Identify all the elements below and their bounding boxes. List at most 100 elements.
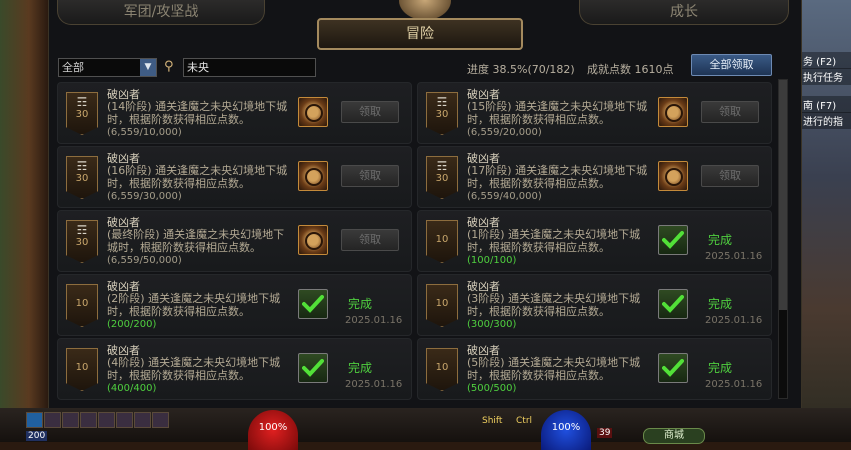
skill-slot[interactable] [44, 412, 61, 428]
achievement-card: ☶ 30 破凶者 (最终阶段) 通关逢魔之未央幻境地下城时，根据阶数获得相应点数。 (6… [57, 210, 412, 272]
quest-hint-1: 务 (F2) [801, 52, 851, 69]
achievement-progress: (500/500) [467, 383, 517, 394]
achievement-progress: (300/300) [467, 319, 517, 330]
achievement-progress: (6,559/40,000) [467, 191, 542, 202]
completed-date: 2025.01.16 [705, 379, 763, 390]
points-summary: 成就点数 1610点 [587, 63, 674, 76]
quest-hint-4: 进行的指 [801, 112, 851, 129]
quest-hint-2: 执行任务 [801, 68, 851, 85]
achievement-description: (1阶段) 通关逢魔之未央幻境地下城时，根据阶数获得相应点数。 [467, 228, 641, 254]
achievement-progress: (6,559/50,000) [107, 255, 182, 266]
reward-box-icon[interactable] [298, 97, 328, 127]
achievement-card: ☶ 30 破凶者 (17阶段) 通关逢魔之未央幻境地下城时，根据阶数获得相应点数。 (6… [417, 146, 772, 208]
checkmark-icon [298, 353, 328, 383]
achievement-card: 10 破凶者 (1阶段) 通关逢魔之未央幻境地下城时，根据阶数获得相应点数。 (100… [417, 210, 772, 272]
claim-button[interactable]: 领取 [341, 229, 399, 251]
achievement-panel: 军团/攻坚战 成长 冒险 全部 ▼ ⚲ 未央 进度 38.5%(70/182) … [48, 0, 802, 408]
achievement-card: ☶ 30 破凶者 (15阶段) 通关逢魔之未央幻境地下城时，根据阶数获得相应点数。 (6… [417, 82, 772, 144]
achievement-card: 10 破凶者 (5阶段) 通关逢魔之未央幻境地下城时，根据阶数获得相应点数。 (500… [417, 338, 772, 400]
category-dropdown[interactable]: 全部 ▼ [58, 58, 157, 77]
checkmark-icon [658, 353, 688, 383]
claim-button[interactable]: 领取 [701, 165, 759, 187]
completed-label: 完成 [708, 233, 733, 247]
achievement-badge: ☶ 30 [66, 156, 98, 199]
skill-slot[interactable] [26, 412, 43, 428]
chevron-down-icon[interactable]: ▼ [140, 59, 156, 76]
checkmark-icon [658, 225, 688, 255]
checkmark-icon [658, 289, 688, 319]
level-left: 200 [26, 431, 48, 441]
achievement-badge: ☶ 30 [426, 156, 458, 199]
completed-date: 2025.01.16 [345, 379, 403, 390]
reward-box-icon[interactable] [298, 161, 328, 191]
achievement-description: (4阶段) 通关逢魔之未央幻境地下城时，根据阶数获得相应点数。 [107, 356, 281, 382]
achievement-badge: 10 [66, 348, 98, 391]
trophy-icon: ☶ [76, 223, 88, 237]
tab-adventure[interactable]: 冒险 [317, 18, 523, 50]
search-input[interactable]: 未央 [183, 58, 316, 77]
completed-date: 2025.01.16 [705, 251, 763, 262]
achievement-badge: ☶ 30 [426, 92, 458, 135]
tab-legion[interactable]: 军团/攻坚战 [57, 0, 265, 25]
badge-points: 10 [435, 362, 449, 373]
trophy-icon: ☶ [76, 95, 88, 109]
achievement-description: (3阶段) 通关逢魔之未央幻境地下城时，根据阶数获得相应点数。 [467, 292, 641, 318]
achievement-progress: (6,559/10,000) [107, 127, 182, 138]
reward-box-icon[interactable] [658, 97, 688, 127]
achievement-badge: ☶ 30 [66, 92, 98, 135]
skill-slot[interactable] [152, 412, 169, 428]
skill-slot[interactable] [134, 412, 151, 428]
completed-label: 完成 [348, 297, 373, 311]
claim-button[interactable]: 领取 [701, 101, 759, 123]
achievement-description: (15阶段) 通关逢魔之未央幻境地下城时，根据阶数获得相应点数。 [467, 100, 648, 126]
claim-button[interactable]: 领取 [341, 101, 399, 123]
achievement-description: (17阶段) 通关逢魔之未央幻境地下城时，根据阶数获得相应点数。 [467, 164, 648, 190]
achievement-description: (16阶段) 通关逢魔之未央幻境地下城时，根据阶数获得相应点数。 [107, 164, 288, 190]
claim-all-button[interactable]: 全部领取 [691, 54, 772, 76]
completed-date: 2025.01.16 [345, 315, 403, 326]
reward-box-icon[interactable] [298, 225, 328, 255]
achievement-progress: (400/400) [107, 383, 157, 394]
achievement-card: ☶ 30 破凶者 (14阶段) 通关逢魔之未央幻境地下城时，根据阶数获得相应点数。 (6… [57, 82, 412, 144]
achievement-progress: (200/200) [107, 319, 157, 330]
badge-points: 30 [75, 109, 89, 120]
scrollbar[interactable] [778, 79, 788, 399]
search-icon: ⚲ [164, 59, 174, 74]
achievement-card: 10 破凶者 (3阶段) 通关逢魔之未央幻境地下城时，根据阶数获得相应点数。 (300… [417, 274, 772, 336]
badge-points: 30 [435, 109, 449, 120]
ornament-icon [399, 0, 451, 20]
achievement-progress: (6,559/30,000) [107, 191, 182, 202]
shift-key-label: Shift [482, 416, 503, 426]
scroll-thumb[interactable] [779, 80, 787, 310]
claim-button[interactable]: 领取 [341, 165, 399, 187]
badge-points: 30 [435, 173, 449, 184]
achievement-description: (2阶段) 通关逢魔之未央幻境地下城时，根据阶数获得相应点数。 [107, 292, 281, 318]
achievement-description: (14阶段) 通关逢魔之未央幻境地下城时，根据阶数获得相应点数。 [107, 100, 288, 126]
badge-points: 30 [75, 237, 89, 248]
trophy-icon: ☶ [76, 159, 88, 173]
achievement-description: (5阶段) 通关逢魔之未央幻境地下城时，根据阶数获得相应点数。 [467, 356, 641, 382]
reward-box-icon[interactable] [658, 161, 688, 191]
badge-points: 10 [435, 298, 449, 309]
completed-label: 完成 [348, 361, 373, 375]
trophy-icon: ☶ [436, 95, 448, 109]
completed-label: 完成 [708, 297, 733, 311]
tab-growth[interactable]: 成长 [579, 0, 789, 25]
skill-slot[interactable] [62, 412, 79, 428]
skill-slot[interactable] [80, 412, 97, 428]
trophy-icon: ☶ [436, 159, 448, 173]
category-dropdown-value: 全部 [62, 61, 84, 74]
completed-date: 2025.01.16 [705, 315, 763, 326]
ctrl-key-label: Ctrl [516, 416, 533, 426]
skill-slot[interactable] [98, 412, 115, 428]
badge-points: 10 [75, 298, 89, 309]
badge-points: 10 [435, 234, 449, 245]
achievement-description: (最终阶段) 通关逢魔之未央幻境地下城时，根据阶数获得相应点数。 [107, 228, 285, 254]
achievement-badge: 10 [66, 284, 98, 327]
checkmark-icon [298, 289, 328, 319]
achievement-card: 10 破凶者 (4阶段) 通关逢魔之未央幻境地下城时，根据阶数获得相应点数。 (400… [57, 338, 412, 400]
skill-slot[interactable] [116, 412, 133, 428]
achievement-card: ☶ 30 破凶者 (16阶段) 通关逢魔之未央幻境地下城时，根据阶数获得相应点数。 (6… [57, 146, 412, 208]
achievement-badge: 10 [426, 284, 458, 327]
achievement-badge: ☶ 30 [66, 220, 98, 263]
